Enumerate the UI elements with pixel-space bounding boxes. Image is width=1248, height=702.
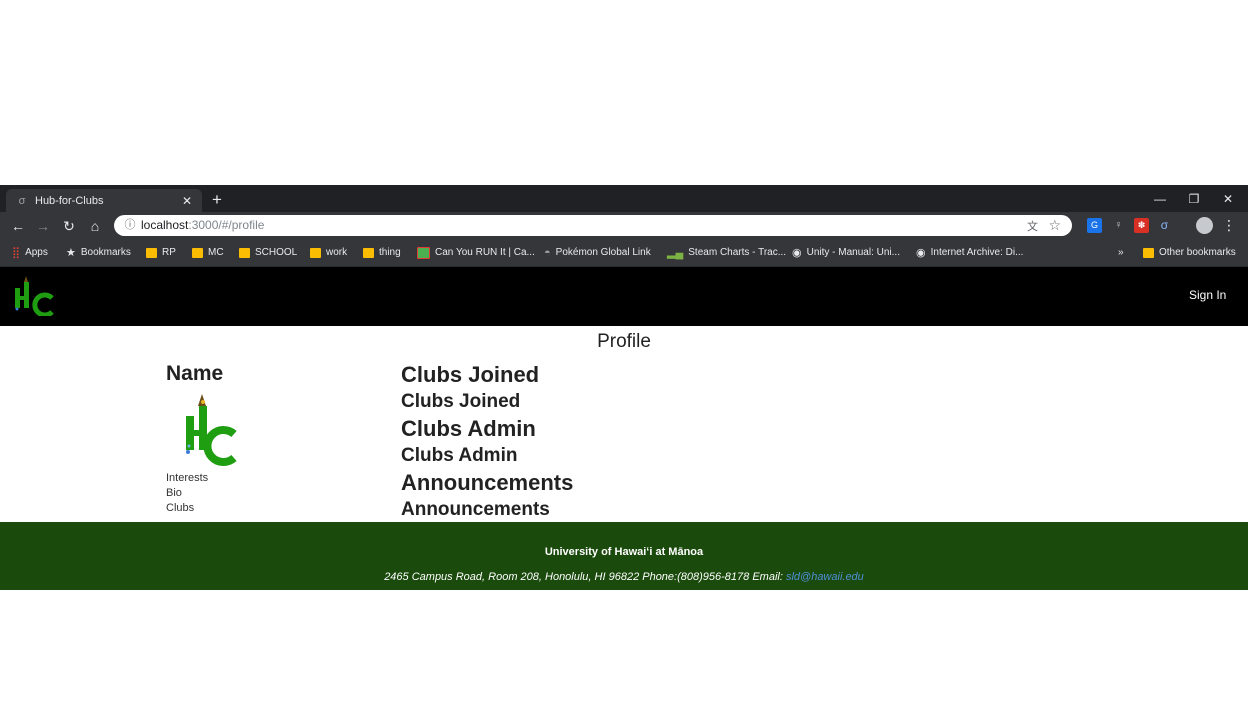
bookmark-folder-thing[interactable]: thing [363, 244, 401, 261]
home-icon[interactable]: ⌂ [85, 216, 105, 236]
bookmark-folder-work[interactable]: work [310, 244, 347, 261]
close-window-icon[interactable]: ✕ [1211, 185, 1245, 212]
hub-for-clubs-logo[interactable] [12, 276, 56, 316]
bookmark-internet-archive[interactable]: ◉ Internet Archive: Di... [916, 244, 1023, 261]
bio-label: Bio [166, 487, 182, 499]
bookmark-unity-manual[interactable]: ◉ Unity - Manual: Uni... [792, 244, 900, 261]
pokeball-icon: ◓ [544, 246, 551, 259]
back-icon[interactable]: ← [8, 216, 28, 236]
new-tab-icon[interactable]: + [208, 191, 226, 209]
bookmark-star-icon[interactable]: ☆ [1048, 217, 1061, 234]
folder-icon [310, 247, 321, 258]
sign-in-link[interactable]: Sign In [1189, 288, 1226, 302]
site-info-icon[interactable]: ⓘ [123, 218, 137, 232]
bookmark-folder-school[interactable]: SCHOOL [239, 244, 297, 261]
tab-favicon-icon: σ [18, 194, 26, 207]
globe-icon: ◉ [792, 247, 802, 259]
folder-icon [146, 247, 157, 258]
maximize-icon[interactable]: ❐ [1177, 185, 1211, 212]
globe-icon: ◉ [916, 247, 926, 259]
extension-sigma-icon[interactable]: σ [1157, 218, 1172, 233]
chart-icon: ▂▄ [667, 247, 684, 259]
tab-close-icon[interactable]: ✕ [178, 194, 196, 208]
footer-email-link[interactable]: sld@hawaii.edu [786, 571, 864, 583]
minimize-icon[interactable]: — [1143, 185, 1177, 212]
folder-icon [192, 247, 203, 258]
browser-tab[interactable]: σ Hub-for-Clubs ✕ [6, 189, 202, 212]
extension-red-icon[interactable]: ✽ [1134, 218, 1149, 233]
translate-extension-icon[interactable]: G [1087, 218, 1102, 233]
clubs-joined-heading: Clubs Joined [401, 362, 540, 387]
profile-right-column: Clubs Joined Clubs Joined Clubs Admin Cl… [401, 361, 573, 523]
extension-icon[interactable]: ♀ [1111, 218, 1126, 233]
translate-icon[interactable]: 文 [1027, 218, 1038, 234]
tab-title: Hub-for-Clubs [35, 194, 104, 207]
tab-strip: σ Hub-for-Clubs ✕ + — ❐ ✕ [0, 185, 1248, 212]
footer-address: 2465 Campus Road, Room 208, Honolulu, HI… [384, 571, 750, 583]
page-footer: University of Hawaiʻi at Mānoa 2465 Camp… [0, 522, 1248, 590]
footer-email-label: Email: [752, 571, 783, 583]
browser-window: σ Hub-for-Clubs ✕ + — ❐ ✕ ← → ↻ ⌂ ⓘ loca… [0, 185, 1248, 590]
clubs-admin-heading: Clubs Admin [401, 416, 536, 441]
bookmarks-bar: ⣿ Apps ★ Bookmarks RP MC SCHOOL work thi… [0, 239, 1248, 267]
announcements-subheading: Announcements [401, 499, 550, 520]
bookmark-folder-rp[interactable]: RP [146, 244, 176, 261]
address-bar[interactable]: ⓘ localhost:3000/#/profile 文 ☆ [114, 215, 1072, 236]
apps-grid-icon: ⣿ [12, 247, 21, 259]
browser-toolbar: ← → ↻ ⌂ ⓘ localhost:3000/#/profile 文 ☆ G… [0, 212, 1248, 239]
bookmark-pokemon-global-link[interactable]: ◓ Pokémon Global Link [544, 244, 651, 261]
interests-label: Interests [166, 472, 209, 484]
clubs-joined-subheading: Clubs Joined [401, 391, 521, 412]
menu-kebab-icon[interactable]: ⋮ [1222, 216, 1236, 234]
bookmark-other-bookmarks[interactable]: Other bookmarks [1143, 244, 1236, 261]
bookmark-can-you-run-it[interactable]: Can You RUN It | Ca... [417, 244, 535, 261]
profile-info-list: Interests Bio Clubs [166, 471, 238, 516]
bookmark-folder-mc[interactable]: MC [192, 244, 224, 261]
profile-picture-logo [186, 394, 237, 466]
profile-left-column: Name Interests Bio Clubs [166, 361, 238, 516]
name-heading: Name [166, 362, 224, 385]
reload-icon[interactable]: ↻ [59, 216, 79, 236]
profile-avatar-icon[interactable] [1196, 217, 1213, 234]
address-url: localhost:3000/#/profile [141, 218, 265, 232]
forward-icon[interactable]: → [33, 216, 53, 236]
star-icon: ★ [66, 247, 76, 259]
app-navbar: Sign In [0, 267, 1248, 326]
university-name: University of Hawaiʻi at Mānoa [544, 546, 704, 558]
bookmark-apps[interactable]: ⣿ Apps [12, 244, 48, 261]
bookmark-steam-charts[interactable]: ▂▄ Steam Charts - Trac... [667, 244, 786, 261]
folder-icon [1143, 247, 1154, 258]
folder-icon [363, 247, 374, 258]
clubs-label: Clubs [166, 502, 195, 514]
site-icon [417, 246, 430, 259]
bookmark-bookmarks[interactable]: ★ Bookmarks [66, 244, 131, 261]
bookmarks-overflow-icon[interactable]: » [1118, 244, 1124, 261]
page-title: Profile [597, 331, 651, 352]
web-page: Sign In Profile Name Interests Bio Clubs [0, 267, 1248, 590]
announcements-heading: Announcements [401, 470, 574, 495]
footer-contact: 2465 Campus Road, Room 208, Honolulu, HI… [0, 571, 1248, 583]
folder-icon [239, 247, 250, 258]
clubs-admin-subheading: Clubs Admin [401, 445, 518, 466]
